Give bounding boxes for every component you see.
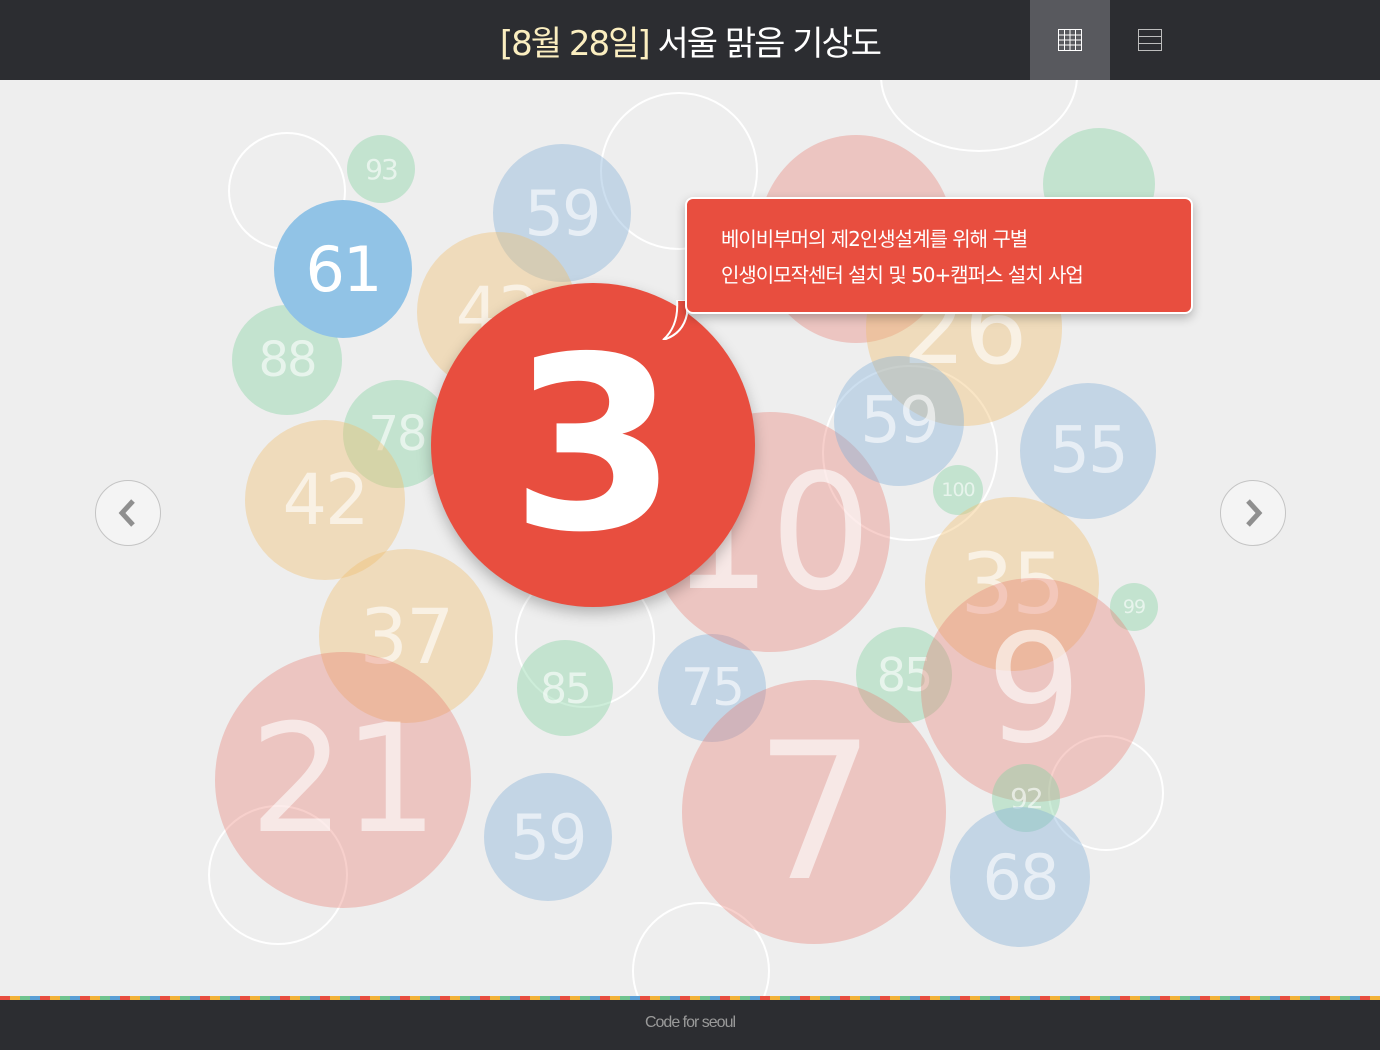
number-bubble[interactable]: 55 [1020, 383, 1156, 519]
title-text: 서울 맑음 기상도 [648, 24, 883, 64]
title-date: [8월 28일] [499, 24, 651, 64]
footer: Code for seoul [0, 1000, 1380, 1050]
number-bubble[interactable]: 85 [517, 640, 613, 736]
grid-view-button[interactable] [1030, 0, 1110, 80]
number-bubble[interactable]: 68 [950, 807, 1090, 947]
callout-line-1: 베이비부머의 제2인생설계를 위해 구별 [721, 227, 1028, 251]
top-header: [8월 28일] 서울 맑음 기상도 [0, 0, 1380, 80]
decorative-ring [880, 80, 1078, 152]
prev-button[interactable] [95, 480, 161, 546]
number-bubble[interactable]: 59 [834, 356, 964, 486]
grid-icon [1058, 29, 1082, 51]
number-bubble[interactable]: 21 [215, 652, 471, 908]
number-bubble-highlight[interactable]: 61 [274, 200, 412, 338]
number-bubble[interactable]: 93 [347, 135, 415, 203]
chevron-right-icon [1246, 499, 1263, 527]
footer-text: Code for seoul [644, 1014, 736, 1031]
next-button[interactable] [1220, 480, 1286, 546]
callout-line-2: 인생이모작센터 설치 및 50+캠퍼스 설치 사업 [721, 263, 1084, 287]
main-number-bubble[interactable]: 3 [431, 283, 755, 607]
chevron-left-icon [118, 499, 135, 527]
list-icon [1138, 29, 1162, 51]
info-callout: 베이비부머의 제2인생설계를 위해 구별 인생이모작센터 설치 및 50+캠퍼스… [685, 197, 1193, 314]
bubble-stage: 93 59 43 88 78 42 37 21 85 75 59 10 26 5… [0, 80, 1380, 996]
list-view-button[interactable] [1110, 0, 1190, 80]
number-bubble[interactable]: 59 [484, 773, 612, 901]
number-bubble[interactable]: 7 [682, 680, 946, 944]
